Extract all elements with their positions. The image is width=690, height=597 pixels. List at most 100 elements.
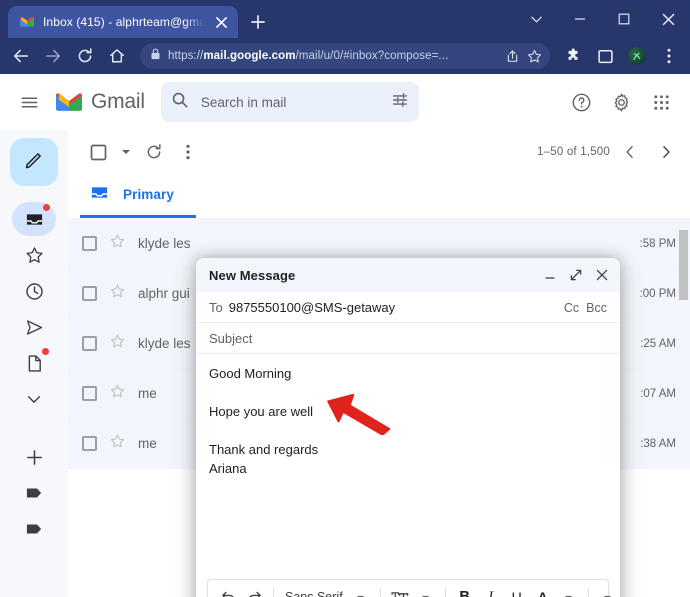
compose-window: New Message To 9875550100@SMS-getaway Cc…	[196, 258, 620, 597]
text-color-caret-icon[interactable]	[557, 584, 581, 597]
more-vertical-icon[interactable]	[172, 136, 204, 168]
row-star-icon[interactable]	[109, 433, 126, 455]
search-options-icon[interactable]	[391, 91, 409, 114]
gmail-header-actions	[562, 83, 680, 121]
body-line: Thank and regards	[209, 442, 319, 457]
back-icon[interactable]	[6, 41, 36, 71]
hamburger-menu-icon[interactable]	[10, 83, 48, 121]
sidebar-item-starred[interactable]	[12, 238, 56, 272]
help-icon[interactable]	[562, 83, 600, 121]
minimize-compose-button[interactable]	[542, 264, 558, 286]
row-checkbox[interactable]	[82, 436, 97, 451]
sidebar-item-drafts[interactable]	[12, 346, 56, 380]
window-controls	[514, 0, 690, 38]
row-checkbox[interactable]	[82, 386, 97, 401]
reload-icon[interactable]	[70, 41, 100, 71]
expand-compose-button[interactable]	[568, 264, 584, 286]
compose-body[interactable]: Good Morning Hope you are well Thank and…	[196, 354, 620, 579]
cc-bcc-group: Cc Bcc	[564, 301, 607, 315]
lock-icon	[150, 47, 161, 65]
compose-to-field[interactable]: To 9875550100@SMS-getaway Cc Bcc	[196, 292, 620, 323]
maximize-button[interactable]	[602, 0, 646, 38]
sidebar-item-sent[interactable]	[12, 310, 56, 344]
row-star-icon[interactable]	[109, 283, 126, 305]
bcc-button[interactable]: Bcc	[586, 301, 607, 315]
mail-list-toolbar: 1–50 of 1,500	[68, 130, 690, 174]
undo-icon[interactable]	[216, 584, 240, 597]
italic-button[interactable]: I	[479, 584, 503, 597]
address-bar[interactable]: https://mail.google.com/mail/u/0/#inbox?…	[140, 43, 550, 69]
select-all-checkbox[interactable]	[82, 136, 114, 168]
sidebar-item-inbox[interactable]	[12, 202, 56, 236]
share-icon[interactable]	[502, 49, 522, 64]
sidebar-item-new-label[interactable]	[12, 440, 56, 474]
browser-tab[interactable]: Inbox (415) - alphrteam@gmail.c	[8, 6, 238, 38]
url-prefix: https://	[168, 50, 204, 62]
gmail-logo-text: Gmail	[91, 90, 145, 113]
minimize-button[interactable]	[558, 0, 602, 38]
redo-icon[interactable]	[242, 584, 266, 597]
to-value[interactable]: 9875550100@SMS-getaway	[229, 300, 558, 315]
row-checkbox[interactable]	[82, 336, 97, 351]
prev-page-icon[interactable]	[614, 136, 646, 168]
extensions-icon[interactable]	[558, 41, 588, 71]
text-color-button[interactable]: A	[531, 584, 555, 597]
search-bar[interactable]	[160, 82, 419, 122]
url-path: /mail/u/0/#inbox?compose=...	[295, 50, 449, 62]
forward-icon[interactable]	[38, 41, 68, 71]
cc-button[interactable]: Cc	[564, 301, 579, 315]
to-label: To	[209, 300, 223, 315]
bold-button[interactable]: B	[453, 584, 477, 597]
search-icon	[171, 91, 189, 114]
google-apps-icon[interactable]	[642, 83, 680, 121]
close-button[interactable]	[646, 0, 690, 38]
sidebar-item-more[interactable]	[12, 382, 56, 416]
refresh-icon[interactable]	[138, 136, 170, 168]
sidebar-item-label-2[interactable]	[12, 512, 56, 546]
font-size-icon[interactable]	[388, 584, 412, 597]
compose-subject-field[interactable]: Subject	[196, 323, 620, 354]
browser-chrome: Inbox (415) - alphrteam@gmail.c https://…	[0, 0, 690, 74]
profile-avatar[interactable]	[622, 41, 652, 71]
search-input[interactable]	[200, 94, 379, 110]
tab-primary[interactable]: Primary	[80, 174, 196, 218]
scrollbar-thumb[interactable]	[679, 230, 688, 300]
row-time: :07 AM	[640, 387, 676, 400]
next-page-icon[interactable]	[650, 136, 682, 168]
gmail-app: Gmail Search in mail 1–50 of 1,500 Prima…	[0, 74, 690, 597]
compose-header[interactable]: New Message	[196, 258, 620, 292]
row-checkbox[interactable]	[82, 236, 97, 251]
body-blank-line	[209, 383, 607, 402]
select-caret-icon[interactable]	[116, 136, 136, 168]
mail-category-tabs: Primary	[68, 174, 690, 218]
sidebar-item-label-1[interactable]	[12, 476, 56, 510]
new-tab-button[interactable]	[244, 8, 272, 36]
compose-button[interactable]	[10, 138, 58, 186]
font-family-caret-icon[interactable]	[349, 584, 373, 597]
underline-button[interactable]: U	[505, 584, 529, 597]
font-size-caret-icon[interactable]	[414, 584, 438, 597]
row-star-icon[interactable]	[109, 383, 126, 405]
side-panel-icon[interactable]	[590, 41, 620, 71]
compose-header-actions	[542, 264, 610, 286]
font-family-label[interactable]: Sans Serif	[281, 590, 347, 597]
row-time: :38 AM	[640, 437, 676, 450]
formatting-toolbar: Sans Serif B I U A	[207, 579, 612, 597]
gmail-logo: Gmail	[54, 90, 145, 114]
home-icon[interactable]	[102, 41, 132, 71]
toolbar-divider	[444, 588, 446, 597]
tab-search-button[interactable]	[514, 0, 558, 38]
bookmark-star-icon[interactable]	[524, 49, 544, 64]
toolbar-divider	[273, 588, 274, 597]
row-star-icon[interactable]	[109, 333, 126, 355]
drafts-badge	[42, 348, 49, 355]
row-checkbox[interactable]	[82, 286, 97, 301]
sidebar-item-snoozed[interactable]	[12, 274, 56, 308]
mail-scrollbar[interactable]	[677, 230, 690, 597]
row-star-icon[interactable]	[109, 233, 126, 255]
close-tab-icon[interactable]	[212, 13, 230, 31]
close-compose-button[interactable]	[594, 264, 610, 286]
chrome-menu-icon[interactable]	[654, 41, 684, 71]
more-formatting-caret-icon[interactable]	[596, 584, 620, 597]
settings-gear-icon[interactable]	[602, 83, 640, 121]
